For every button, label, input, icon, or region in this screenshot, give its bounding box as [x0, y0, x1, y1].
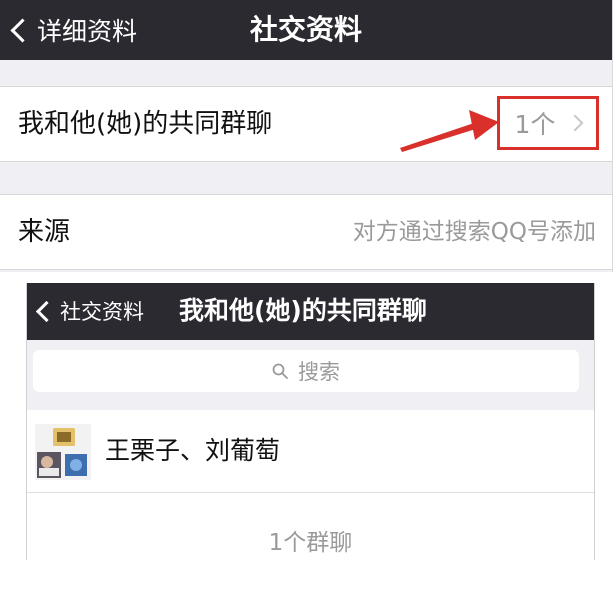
social-profile-screen: 详细资料 社交资料 我和他(她)的共同群聊 1个 来源 对方通过搜索QQ号添加 — [0, 0, 613, 272]
navigation-bar: 详细资料 社交资料 — [0, 0, 612, 60]
group-name: 王栗子、刘葡萄 — [105, 436, 281, 465]
list-item[interactable]: 王栗子、刘葡萄 — [27, 410, 594, 493]
search-placeholder: 搜索 — [298, 360, 340, 384]
back-button[interactable]: 社交资料 — [33, 291, 144, 331]
common-groups-row[interactable]: 我和他(她)的共同群聊 1个 — [0, 86, 612, 162]
source-value: 对方通过搜索QQ号添加 — [352, 219, 596, 245]
search-input[interactable]: 搜索 — [33, 350, 579, 392]
search-bar: 搜索 — [27, 340, 594, 400]
common-groups-label: 我和他(她)的共同群聊 — [18, 109, 273, 139]
red-arrow-icon — [400, 110, 499, 152]
page-title: 社交资料 — [249, 13, 362, 46]
source-row: 来源 对方通过搜索QQ号添加 — [0, 194, 612, 270]
common-groups-count: 1个 — [514, 110, 556, 139]
chevron-left-icon — [35, 300, 58, 322]
group-count-footer: 1个群聊 — [27, 493, 594, 560]
group-avatar-icon — [35, 424, 91, 480]
navigation-bar: 社交资料 我和他(她)的共同群聊 — [27, 283, 594, 340]
highlight-box[interactable]: 1个 — [497, 96, 599, 150]
page-title: 我和他(她)的共同群聊 — [179, 296, 427, 325]
common-groups-screen: 社交资料 我和他(她)的共同群聊 搜索 王栗子、刘葡萄 1个群聊 — [26, 283, 595, 560]
chevron-right-icon — [566, 114, 584, 132]
search-icon — [272, 363, 288, 379]
back-label: 社交资料 — [60, 300, 144, 324]
source-label: 来源 — [18, 217, 71, 247]
